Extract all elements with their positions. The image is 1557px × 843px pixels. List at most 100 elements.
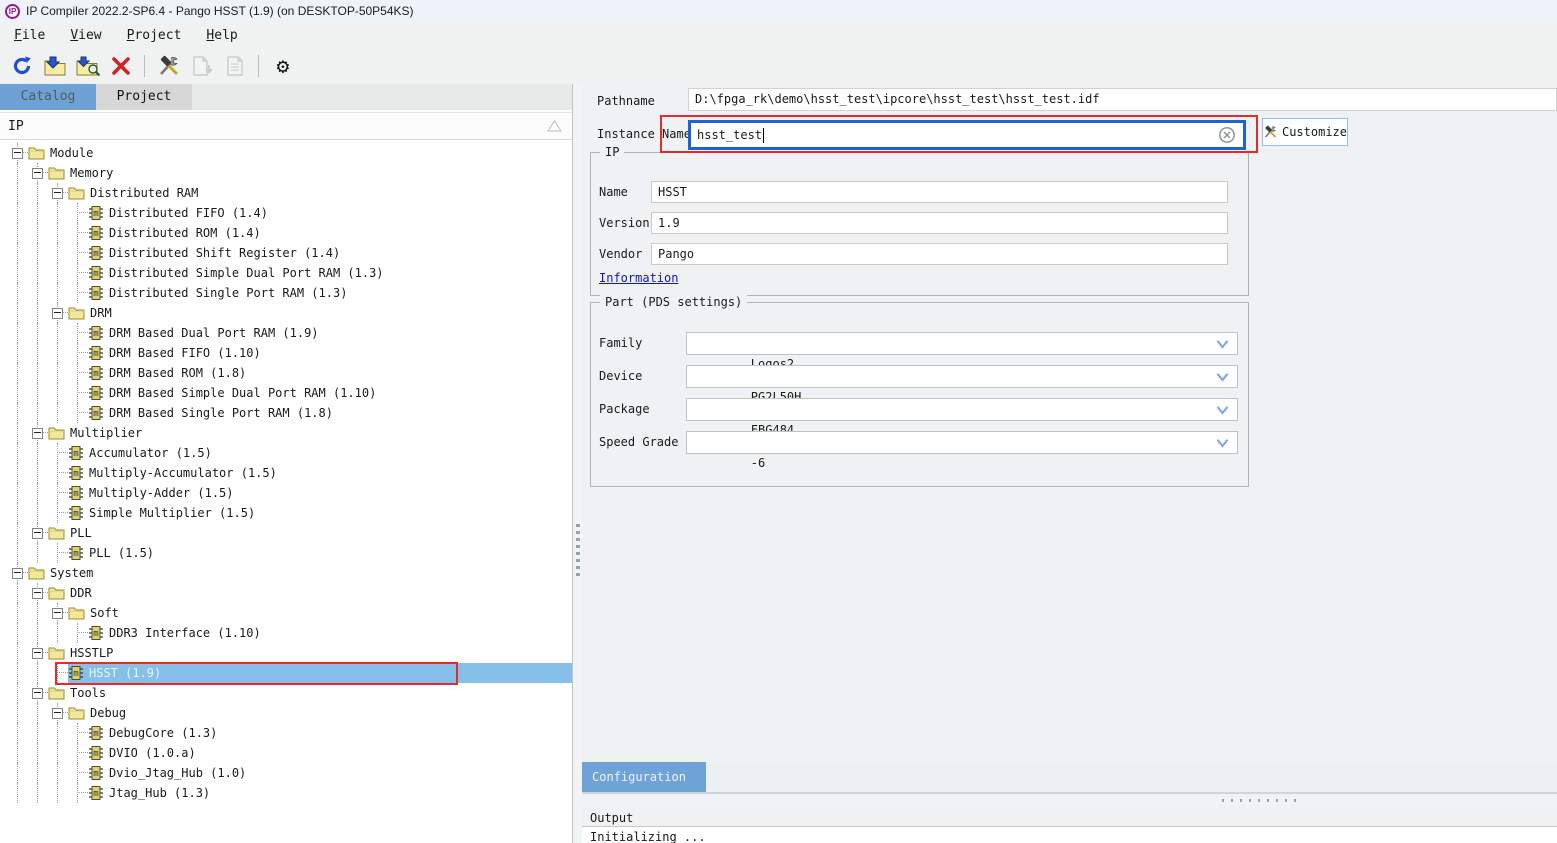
- tree-item-tools[interactable]: Tools: [0, 683, 572, 703]
- collapse-expander-icon[interactable]: [32, 688, 43, 699]
- tree-item-pll[interactable]: PLL: [0, 523, 572, 543]
- tree-item-soft[interactable]: Soft: [0, 603, 572, 623]
- tree-item-distributed-simple-dual-port-ram-1-3[interactable]: mDistributed Simple Dual Port RAM (1.3): [0, 263, 572, 283]
- collapse-expander-icon[interactable]: [32, 648, 43, 659]
- folder-icon: [28, 146, 45, 160]
- customize-button[interactable]: Customize: [1262, 118, 1348, 146]
- svg-text:m: m: [93, 729, 98, 739]
- customize-tools-button[interactable]: [154, 52, 184, 80]
- family-dropdown[interactable]: Logos2: [686, 332, 1238, 355]
- clear-input-button[interactable]: [1218, 126, 1236, 144]
- tree-item-label: Distributed FIFO (1.4): [109, 203, 268, 223]
- device-dropdown[interactable]: PG2L50H: [686, 365, 1238, 388]
- tree-item-dvio-jtag-hub-1-0[interactable]: m Dvio_Jtag_Hub (1.0): [0, 763, 572, 783]
- menu-view[interactable]: View: [60, 25, 116, 46]
- app-logo-icon: IP: [5, 4, 20, 19]
- collapse-expander-icon[interactable]: [52, 608, 63, 619]
- tree-item-label: DRM Based ROM (1.8): [109, 363, 246, 383]
- collapse-expander-icon[interactable]: [12, 568, 23, 579]
- horizontal-splitter[interactable]: [582, 794, 1557, 806]
- tree-item-label: PLL (1.5): [89, 543, 154, 563]
- tree-item-ddr[interactable]: DDR: [0, 583, 572, 603]
- speed-grade-dropdown[interactable]: -6: [686, 431, 1238, 454]
- svg-text:m: m: [93, 389, 98, 399]
- tree-item-debug[interactable]: Debug: [0, 703, 572, 723]
- document-button[interactable]: [220, 52, 250, 80]
- tree-item-jtag-hub-1-3[interactable]: mJtag_Hub (1.3): [0, 783, 572, 803]
- tree-item-distributed-ram[interactable]: Distributed RAM: [0, 183, 572, 203]
- tree-item-simple-multiplier-1-5[interactable]: mSimple Multiplier (1.5): [0, 503, 572, 523]
- collapse-expander-icon[interactable]: [32, 528, 43, 539]
- tree-item-system[interactable]: System: [0, 563, 572, 583]
- collapse-expander-icon[interactable]: [12, 148, 23, 159]
- tree-item-label: Memory: [70, 163, 113, 183]
- tree-item-distributed-fifo-1-4[interactable]: mDistributed FIFO (1.4): [0, 203, 572, 223]
- refresh-button[interactable]: [7, 52, 37, 80]
- tree-item-drm-based-single-port-ram-1-8[interactable]: mDRM Based Single Port RAM (1.8): [0, 403, 572, 423]
- open-search-button[interactable]: [73, 52, 103, 80]
- tree-item-multiply-accumulator-1-5[interactable]: mMultiply-Accumulator (1.5): [0, 463, 572, 483]
- tree-item-module[interactable]: Module: [0, 143, 572, 163]
- collapse-expander-icon[interactable]: [32, 428, 43, 439]
- settings-button[interactable]: ⚙: [268, 52, 298, 80]
- package-dropdown[interactable]: FBG484: [686, 398, 1238, 421]
- collapse-expander-icon[interactable]: [32, 588, 43, 599]
- tree-item-drm[interactable]: DRM: [0, 303, 572, 323]
- menu-help[interactable]: Help: [196, 25, 252, 46]
- tree-item-drm-based-rom-1-8[interactable]: mDRM Based ROM (1.8): [0, 363, 572, 383]
- tree-item-hsst-1-9[interactable]: mHSST (1.9): [0, 663, 572, 683]
- customize-tools-icon: [1263, 125, 1278, 139]
- tree-item-memory[interactable]: Memory: [0, 163, 572, 183]
- tree-item-debugcore-1-3[interactable]: mDebugCore (1.3): [0, 723, 572, 743]
- folder-icon: [28, 566, 45, 580]
- tree-item-multiplier[interactable]: Multiplier: [0, 423, 572, 443]
- tree-item-distributed-shift-register-1-4[interactable]: mDistributed Shift Register (1.4): [0, 243, 572, 263]
- tab-project[interactable]: Project: [96, 84, 192, 110]
- tab-catalog[interactable]: Catalog: [0, 84, 96, 110]
- tree-item-distributed-rom-1-4[interactable]: mDistributed ROM (1.4): [0, 223, 572, 243]
- chevron-down-icon: [1216, 406, 1229, 415]
- sort-indicator-icon[interactable]: [547, 120, 562, 132]
- collapse-expander-icon[interactable]: [52, 308, 63, 319]
- tree-item-ddr3-interface-1-10[interactable]: mDDR3 Interface (1.10): [0, 623, 572, 643]
- tree-item-drm-based-dual-port-ram-1-9[interactable]: mDRM Based Dual Port RAM (1.9): [0, 323, 572, 343]
- tree-item-accumulator-1-5[interactable]: mAccumulator (1.5): [0, 443, 572, 463]
- ip-core-icon: m: [68, 485, 84, 501]
- tree-item-drm-based-simple-dual-port-ram-1-10[interactable]: mDRM Based Simple Dual Port RAM (1.10): [0, 383, 572, 403]
- folder-icon: [48, 686, 65, 700]
- tree-item-multiply-adder-1-5[interactable]: mMultiply-Adder (1.5): [0, 483, 572, 503]
- customize-button-label: Customize: [1282, 125, 1347, 139]
- tree-item-distributed-single-port-ram-1-3[interactable]: mDistributed Single Port RAM (1.3): [0, 283, 572, 303]
- open-search-icon: [75, 55, 101, 77]
- ip-core-icon: m: [88, 405, 104, 421]
- svg-text:m: m: [93, 249, 98, 259]
- tree-item-drm-based-fifo-1-10[interactable]: mDRM Based FIFO (1.10): [0, 343, 572, 363]
- folder-icon: [48, 586, 65, 600]
- ip-core-icon: m: [88, 245, 104, 261]
- open-project-button[interactable]: [40, 52, 70, 80]
- svg-text:m: m: [93, 269, 98, 279]
- collapse-expander-icon[interactable]: [52, 708, 63, 719]
- splitter-handle[interactable]: [576, 524, 580, 578]
- collapse-expander-icon[interactable]: [52, 188, 63, 199]
- folder-icon: [48, 586, 65, 600]
- instance-name-input[interactable]: hsst_test: [688, 120, 1246, 150]
- tree-item-label: Dvio_Jtag_Hub (1.0): [109, 763, 246, 783]
- collapse-expander-icon[interactable]: [32, 168, 43, 179]
- tree-item-hsstlp[interactable]: HSSTLP: [0, 643, 572, 663]
- tree-item-dvio-1-0-a[interactable]: mDVIO (1.0.a): [0, 743, 572, 763]
- menu-project[interactable]: Project: [117, 25, 197, 46]
- tab-configuration[interactable]: Configuration: [582, 762, 706, 792]
- splitter-handle[interactable]: [1222, 799, 1300, 802]
- generate-doc-button[interactable]: [187, 52, 217, 80]
- menu-file[interactable]: File: [4, 25, 60, 46]
- ip-core-icon: m: [88, 245, 104, 261]
- svg-text:m: m: [93, 789, 98, 799]
- pathname-field[interactable]: D:\fpga_rk\demo\hsst_test\ipcore\hsst_te…: [688, 88, 1557, 111]
- ip-core-icon: m: [88, 325, 104, 341]
- vertical-splitter[interactable]: [574, 84, 582, 843]
- delete-button[interactable]: [106, 52, 136, 80]
- ip-core-icon: m: [88, 765, 104, 781]
- tree-item-pll-1-5[interactable]: mPLL (1.5): [0, 543, 572, 563]
- information-link[interactable]: Information: [599, 271, 678, 285]
